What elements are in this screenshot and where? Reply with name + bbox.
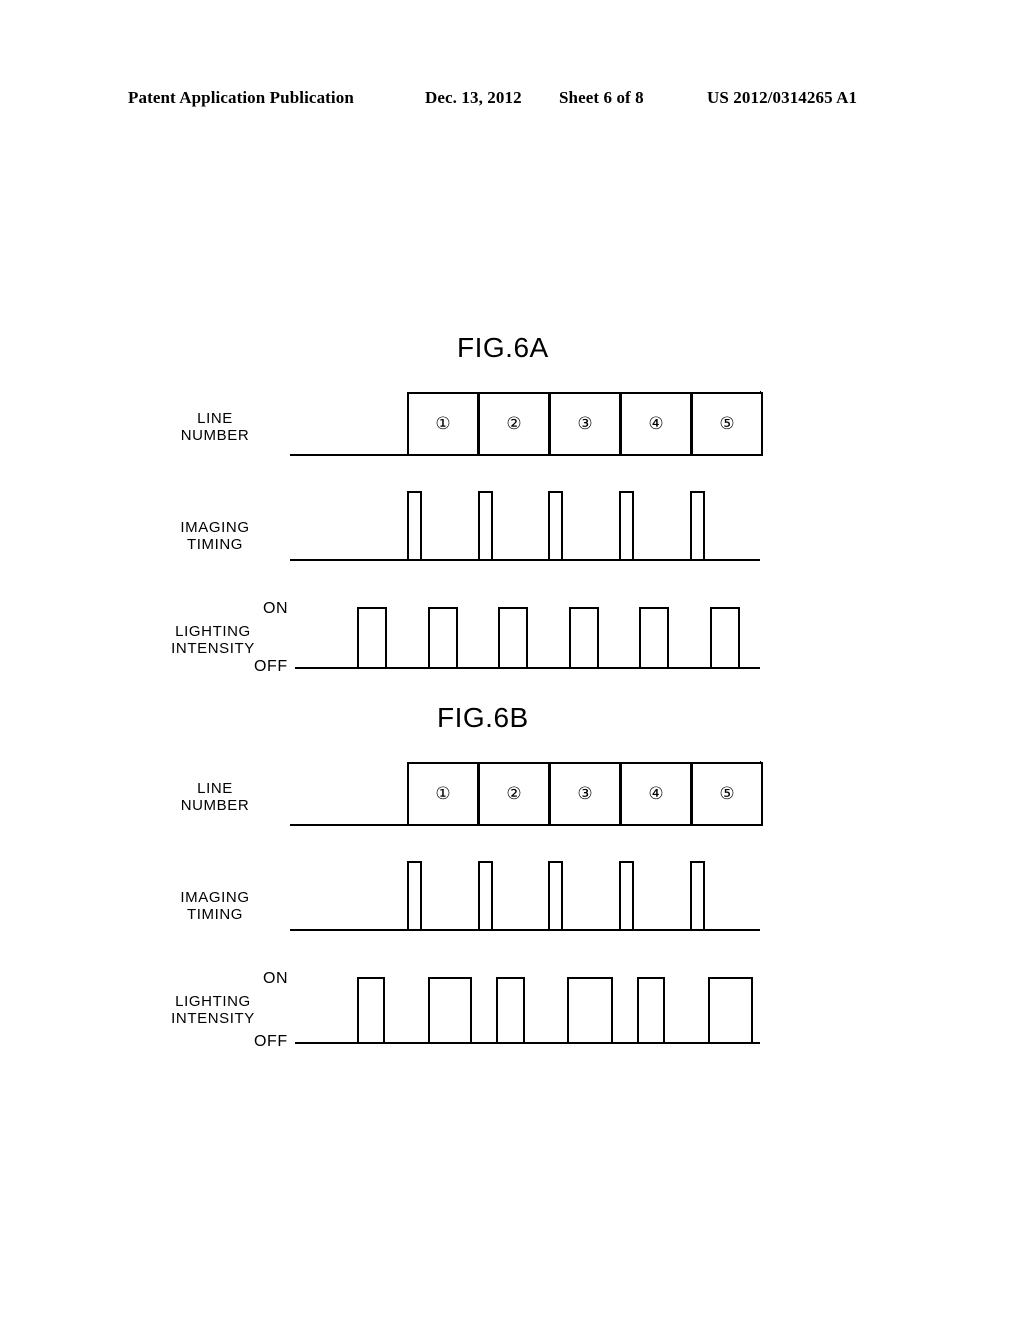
fig6b-imaging-pulse-3 — [547, 860, 564, 930]
fig6b-imaging-pulse-2 — [477, 860, 494, 930]
fig6b-lighting-pulse-1 — [356, 976, 386, 1043]
fig6b-imaging-pulse-4 — [618, 860, 635, 930]
fig6b-lighting-pulse-5 — [636, 976, 666, 1043]
fig6b-imaging-pulse-1 — [406, 860, 423, 930]
fig6b-lighting-pulse-6 — [707, 976, 754, 1043]
fig6b-lighting-pulse-3 — [495, 976, 526, 1043]
fig6b-imaging-pulse-5 — [689, 860, 706, 930]
fig6b-lighting-pulse-2 — [427, 976, 473, 1043]
fig6b-lighting-pulse-4 — [566, 976, 614, 1043]
fig6b-waveforms — [290, 761, 761, 1044]
patent-figure-page: Patent Application Publication Dec. 13, … — [0, 0, 1024, 1320]
